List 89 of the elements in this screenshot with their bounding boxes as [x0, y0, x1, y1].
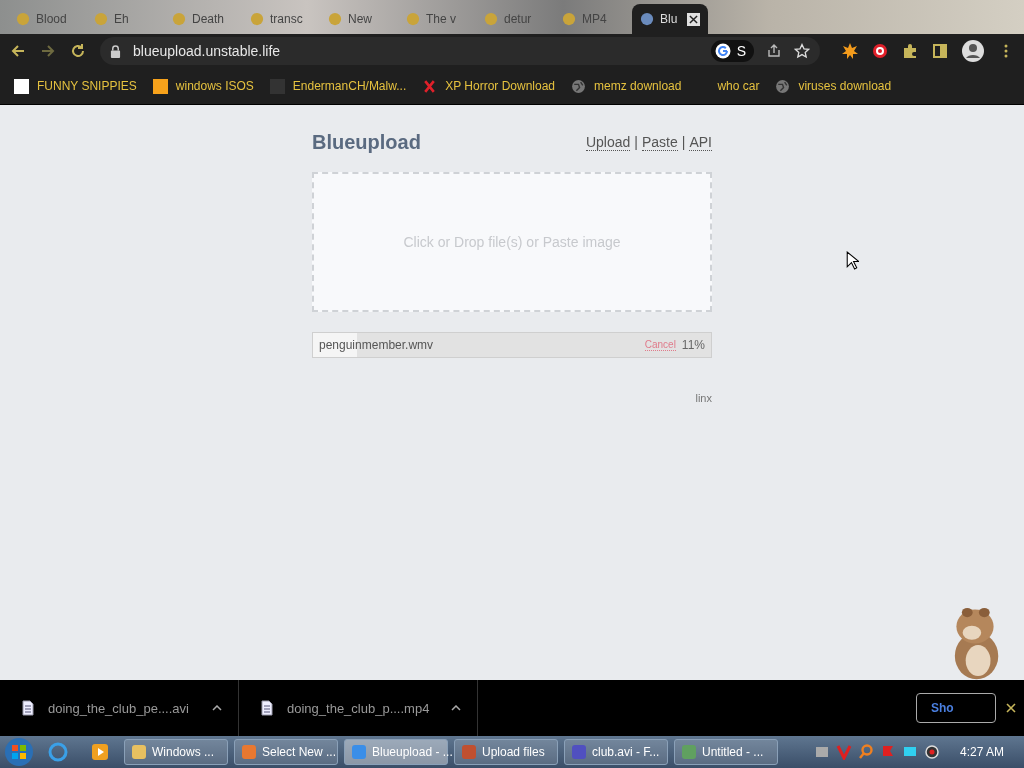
bookmark[interactable]: FUNNY SNIPPIES: [14, 78, 137, 94]
page-icon: [16, 12, 30, 26]
media-player-icon[interactable]: [90, 742, 110, 762]
taskbar-button[interactable]: Windows ...: [124, 739, 228, 765]
nav-link[interactable]: API: [689, 134, 712, 151]
browser-icon[interactable]: [48, 742, 68, 762]
browser-tab[interactable]: detur: [476, 4, 552, 34]
progress-percent: 11%: [681, 338, 705, 352]
start-button[interactable]: [4, 737, 34, 767]
bookmark[interactable]: viruses download: [775, 78, 892, 94]
close-icon[interactable]: [687, 12, 700, 26]
forward-icon[interactable]: [40, 43, 56, 59]
page-icon: [640, 12, 654, 26]
app-icon: [681, 744, 697, 760]
account-chip[interactable]: S: [710, 40, 754, 62]
tab-title: transc: [270, 12, 304, 26]
tab-title: New: [348, 12, 373, 26]
clock[interactable]: 4:27 AM: [959, 745, 1004, 759]
page-icon: [94, 12, 108, 26]
tab-title: The v: [426, 12, 457, 26]
bookmark[interactable]: memz download: [571, 78, 682, 94]
app-icon: [571, 744, 587, 760]
page-icon: [406, 12, 420, 26]
nav-link[interactable]: Paste: [641, 134, 678, 151]
browser-tab[interactable]: Eh: [86, 4, 162, 34]
download-name: doing_the_club_p....mp4: [287, 700, 431, 716]
browser-tab[interactable]: The v: [398, 4, 474, 34]
browser-tab[interactable]: Blood: [8, 4, 84, 34]
close-icon[interactable]: [1006, 703, 1016, 713]
separator-text: |: [681, 134, 686, 151]
speaker-icon[interactable]: [923, 744, 940, 760]
tab-title: Blood: [36, 12, 68, 26]
taskbar-button[interactable]: Select New ...: [234, 739, 338, 765]
browser-tab[interactable]: Blu: [632, 4, 708, 34]
sidebar-icon[interactable]: [932, 43, 948, 59]
tab-title: Eh: [114, 12, 130, 26]
nav-link[interactable]: Upload: [585, 134, 631, 151]
app-icon: [351, 744, 367, 760]
page-icon: [250, 12, 264, 26]
app-icon: [131, 744, 147, 760]
page-icon: [562, 12, 576, 26]
url-text: blueupload.unstable.life: [133, 43, 281, 59]
browser-tab[interactable]: transc: [242, 4, 318, 34]
show-all-button[interactable]: Sho: [916, 693, 996, 723]
document-icon: [261, 700, 273, 716]
file-name: penguinmember.wmv: [319, 338, 435, 352]
browser-tab[interactable]: Death: [164, 4, 240, 34]
h-logo-icon: [14, 78, 29, 94]
page-icon: [484, 12, 498, 26]
globe-icon: [775, 78, 791, 94]
address-bar[interactable]: blueupload.unstable.life S: [100, 37, 820, 65]
tab-title: detur: [504, 12, 533, 26]
google-icon: [714, 43, 731, 59]
footer-link[interactable]: linx: [695, 392, 712, 404]
bookmark[interactable]: who car: [717, 79, 760, 93]
network-icon[interactable]: [813, 744, 830, 760]
profile-icon[interactable]: [962, 40, 984, 62]
target-icon[interactable]: [872, 43, 888, 59]
taskbar-button[interactable]: Untitled - ...: [674, 739, 778, 765]
caret-icon[interactable]: [212, 705, 222, 711]
bookmark[interactable]: windows ISOS: [152, 78, 254, 94]
page-icon: [172, 12, 186, 26]
reload-icon[interactable]: [70, 43, 86, 59]
share-icon[interactable]: [766, 43, 782, 59]
back-icon[interactable]: [10, 43, 26, 59]
bookmark[interactable]: EndermanCH/Malw...: [269, 78, 407, 94]
lock-icon: [110, 44, 121, 58]
tab-title: Death: [192, 12, 226, 26]
taskbar-button[interactable]: Upload files: [454, 739, 558, 765]
browser-tab[interactable]: New: [320, 4, 396, 34]
site-logo[interactable]: Blueupload: [312, 131, 421, 154]
burst-icon[interactable]: [842, 43, 858, 59]
app-icon: [241, 744, 257, 760]
puzzle-icon[interactable]: [902, 43, 918, 59]
download-name: doing_the_club_pe....avi: [48, 700, 190, 716]
document-icon: [22, 700, 34, 716]
magnifier-icon[interactable]: [857, 744, 874, 760]
separator-text: |: [634, 134, 638, 151]
app-icon: [461, 744, 477, 760]
bookmark[interactable]: XP Horror Download: [422, 78, 556, 94]
square-logo-icon: [152, 78, 168, 94]
caret-icon[interactable]: [451, 705, 461, 711]
globe-icon: [571, 78, 587, 94]
taskbar-button[interactable]: club.avi - F...: [564, 739, 668, 765]
mouse-cursor-icon: [846, 251, 859, 270]
tab-title: Blu: [660, 12, 679, 26]
tab-title: MP4: [582, 12, 608, 26]
star-icon[interactable]: [794, 43, 810, 59]
page-icon: [328, 12, 342, 26]
